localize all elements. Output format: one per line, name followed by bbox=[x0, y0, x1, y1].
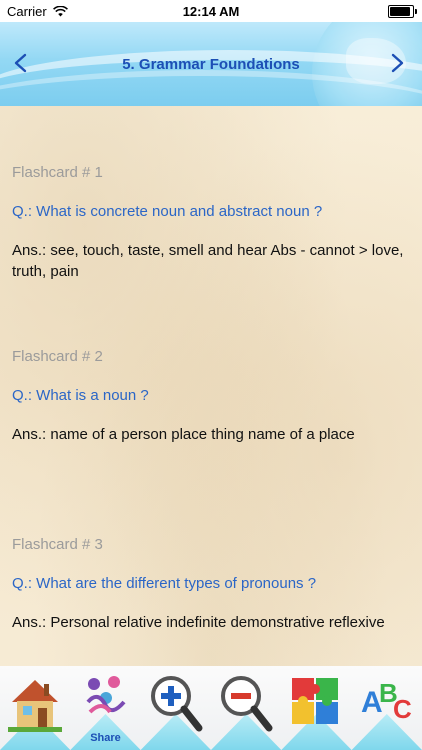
puzzle-icon bbox=[281, 672, 351, 730]
bottom-toolbar: Share A B C bbox=[0, 666, 422, 750]
battery-icon bbox=[388, 4, 417, 18]
flashcard-item: Flashcard # 2 Q.: What is a noun ? Ans.:… bbox=[12, 348, 410, 445]
flashcard-answer: Ans.: Personal relative indefinite demon… bbox=[12, 614, 385, 631]
page-title: 5. Grammar Foundations bbox=[122, 56, 300, 73]
flashcard-label: Flashcard # 2 bbox=[12, 348, 103, 365]
flashcard-list[interactable]: Flashcard # 1 Q.: What is concrete noun … bbox=[0, 106, 422, 666]
flashcard-answer: Ans.: name of a person place thing name … bbox=[12, 426, 355, 443]
abc-icon: A B C bbox=[352, 672, 422, 730]
zoom-in-icon bbox=[141, 672, 211, 734]
share-icon bbox=[70, 672, 140, 720]
zoom-in-button[interactable] bbox=[140, 666, 211, 750]
status-time: 12:14 AM bbox=[182, 3, 240, 19]
flashcard-label: Flashcard # 1 bbox=[12, 164, 103, 181]
status-bar: Carrier 12:14 AM bbox=[0, 0, 422, 22]
flashcard-question: Q.: What is concrete noun and abstract n… bbox=[12, 203, 323, 220]
flashcard-question: Q.: What are the different types of pron… bbox=[12, 575, 317, 592]
zoom-out-button[interactable] bbox=[210, 666, 282, 750]
home-icon bbox=[0, 672, 70, 732]
flashcard-answer: Ans.: see, touch, taste, smell and hear … bbox=[12, 242, 404, 280]
zoom-out-icon bbox=[211, 672, 281, 734]
share-button[interactable]: Share bbox=[70, 666, 141, 750]
chevron-right-icon bbox=[391, 53, 404, 73]
header-banner: 5. Grammar Foundations bbox=[0, 22, 422, 106]
home-button[interactable] bbox=[0, 666, 71, 750]
share-label: Share bbox=[90, 732, 121, 744]
flashcard-item: Flashcard # 3 Q.: What are the different… bbox=[12, 536, 410, 633]
flashcard-question: Q.: What is a noun ? bbox=[12, 387, 149, 404]
flashcard-label: Flashcard # 3 bbox=[12, 536, 103, 553]
puzzle-button[interactable] bbox=[281, 666, 352, 750]
abc-button[interactable]: A B C bbox=[351, 666, 422, 750]
svg-text:C: C bbox=[393, 694, 412, 724]
forward-button[interactable] bbox=[386, 52, 408, 74]
flashcard-item: Flashcard # 1 Q.: What is concrete noun … bbox=[12, 164, 410, 282]
